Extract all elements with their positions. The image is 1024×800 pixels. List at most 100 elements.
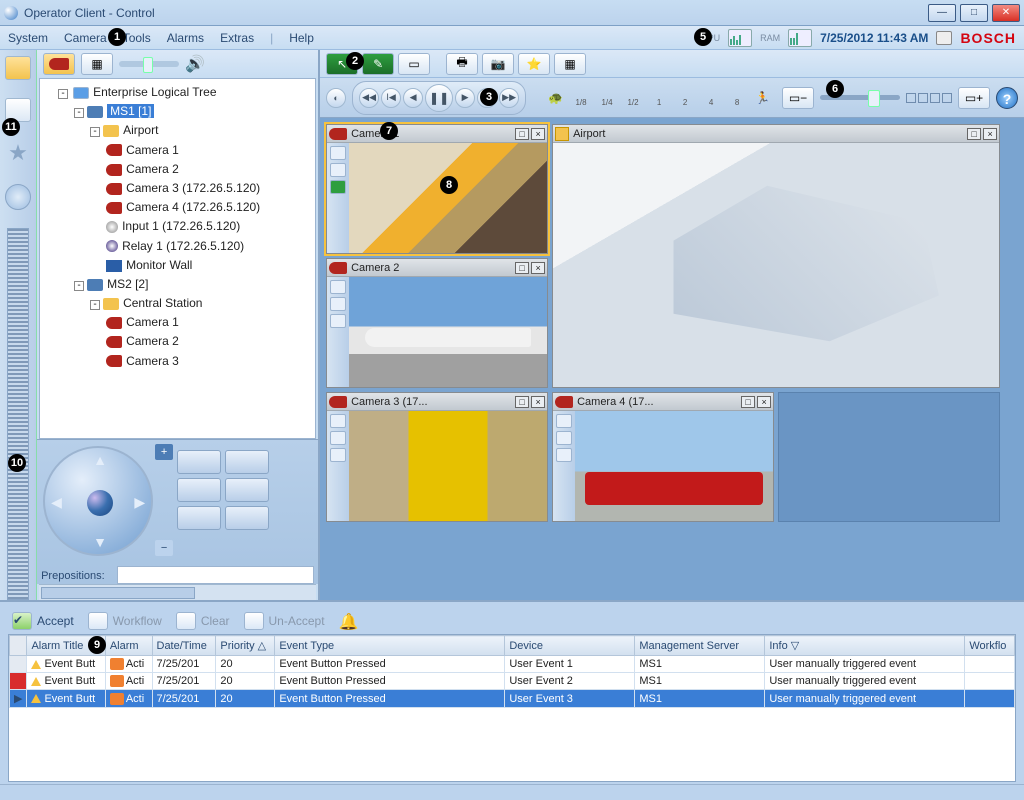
pane-close-button[interactable]: × (531, 262, 545, 274)
playback-mode-button[interactable]: ▦ (81, 53, 113, 75)
tree-ms2[interactable]: MS2 [2] (107, 277, 148, 291)
layout-decrease-button[interactable]: ▭− (782, 87, 814, 109)
favorite-button[interactable]: ⭐ (518, 53, 550, 75)
print-icon[interactable] (936, 31, 952, 45)
strip-tree-icon[interactable] (5, 56, 31, 80)
tree-item[interactable]: Input 1 (172.26.5.120) (122, 219, 240, 233)
tree-item[interactable]: Camera 2 (126, 334, 179, 348)
tree-item[interactable]: Relay 1 (172.26.5.120) (122, 239, 244, 253)
col-workflow[interactable]: Workflo (965, 636, 1015, 656)
menu-system[interactable]: System (8, 31, 48, 45)
tree-airport[interactable]: Airport (123, 123, 158, 137)
pane-max-button[interactable]: □ (741, 396, 755, 408)
bell-icon[interactable]: 🔔 (339, 612, 357, 630)
brightness-slider[interactable] (119, 61, 179, 67)
ptz-focus-near-button[interactable] (225, 450, 269, 474)
rewind-fast-button[interactable]: ◀◀ (359, 88, 379, 108)
pane-camera1[interactable]: Camera 1□× (326, 124, 548, 254)
strip-favorites-icon[interactable]: ★ (8, 140, 28, 166)
tree-ms1[interactable]: MS1 [1] (107, 104, 154, 118)
ptz-center[interactable] (87, 490, 113, 516)
ptz-iris-open-button[interactable] (177, 478, 221, 502)
pane-camera4[interactable]: Camera 4 (17...□× (552, 392, 774, 522)
alarm-row[interactable]: Event Butt Acti 7/25/201 20 Event Button… (10, 673, 1015, 690)
col-mgmt[interactable]: Management Server (635, 636, 765, 656)
speaker-icon[interactable]: 🔊 (185, 54, 205, 74)
minimize-button[interactable]: — (928, 4, 956, 22)
tree-item[interactable]: Monitor Wall (126, 258, 192, 272)
ptz-record-button[interactable] (177, 506, 221, 530)
live-mode-button[interactable] (43, 53, 75, 75)
menu-help[interactable]: Help (289, 31, 314, 45)
tree-item[interactable]: Camera 1 (126, 315, 179, 329)
menu-camera[interactable]: Camera (64, 31, 107, 45)
col-rowheader[interactable] (10, 636, 27, 656)
logical-tree[interactable]: -Enterprise Logical Tree -MS1 [1] -Airpo… (39, 78, 316, 439)
pane-close-button[interactable]: × (983, 128, 997, 140)
speed-scale[interactable]: 1/81/41/21248 (569, 89, 749, 107)
pause-button[interactable]: ❚❚ (425, 84, 453, 112)
camera-snapshot-button[interactable]: 📷 (482, 53, 514, 75)
pane-close-button[interactable]: × (531, 128, 545, 140)
map-image[interactable] (553, 143, 999, 387)
ptz-iris-close-button[interactable] (225, 478, 269, 502)
edit-layout-button[interactable]: ✎ (362, 53, 394, 75)
tool-icon[interactable] (330, 146, 346, 160)
step-back-button[interactable]: I◀ (381, 88, 401, 108)
unaccept-button[interactable]: Un-Accept (244, 612, 325, 630)
tree-item[interactable]: Camera 4 (172.26.5.120) (126, 200, 260, 214)
maximize-button[interactable]: □ (960, 4, 988, 22)
col-datetime[interactable]: Date/Time (152, 636, 216, 656)
layout-increase-button[interactable]: ▭+ (958, 87, 990, 109)
tree-item[interactable]: Camera 3 (172.26.5.120) (126, 181, 260, 195)
pane-empty[interactable] (778, 392, 1000, 522)
fwd-fast-button[interactable]: ▶▶ (499, 88, 519, 108)
close-button[interactable]: ✕ (992, 4, 1020, 22)
play-button[interactable]: ▶ (455, 88, 475, 108)
print-button[interactable]: 🖶 (446, 53, 478, 75)
ptz-focus-far-button[interactable] (177, 450, 221, 474)
strip-compass-icon[interactable] (5, 184, 31, 210)
tree-item[interactable]: Camera 1 (126, 143, 179, 157)
alarm-row-selected[interactable]: ▶ Event Butt Acti 7/25/201 20 Event Butt… (10, 690, 1015, 708)
tool-audio-icon[interactable] (330, 180, 346, 194)
strip-layout-icon[interactable] (7, 228, 29, 600)
menu-alarms[interactable]: Alarms (167, 31, 204, 45)
alarm-grid[interactable]: Alarm Title Alarm Date/Time Priority △ E… (8, 634, 1016, 782)
ptz-aux-button[interactable] (225, 506, 269, 530)
accept-button[interactable]: ✔Accept (12, 612, 74, 630)
pane-max-button[interactable]: □ (515, 262, 529, 274)
zoom-in-button[interactable]: + (155, 444, 173, 460)
pane-max-button[interactable]: □ (967, 128, 981, 140)
snapshot-button[interactable]: ▭ (398, 53, 430, 75)
pane-camera2[interactable]: Camera 2□× (326, 258, 548, 388)
tree-root[interactable]: Enterprise Logical Tree (93, 85, 216, 99)
col-eventtype[interactable]: Event Type (275, 636, 505, 656)
play-back-button[interactable]: ◀ (403, 88, 423, 108)
tree-item[interactable]: Camera 3 (126, 354, 179, 368)
left-scrollbar[interactable] (39, 584, 316, 600)
pane-max-button[interactable]: □ (515, 128, 529, 140)
workflow-button[interactable]: Workflow (88, 612, 162, 630)
zoom-out-button[interactable]: − (155, 540, 173, 556)
sequence-button[interactable]: ▦ (554, 53, 586, 75)
pane-close-button[interactable]: × (757, 396, 771, 408)
pane-max-button[interactable]: □ (515, 396, 529, 408)
menu-extras[interactable]: Extras (220, 31, 254, 45)
tool-icon[interactable] (330, 163, 346, 177)
menu-tools[interactable]: Tools (123, 31, 151, 45)
tree-item[interactable]: Camera 2 (126, 162, 179, 176)
alarm-row[interactable]: Event Butt Acti 7/25/201 20 Event Button… (10, 656, 1015, 673)
prepositions-dropdown[interactable] (117, 566, 314, 584)
tree-station[interactable]: Central Station (123, 296, 202, 310)
col-alarm[interactable]: Alarm (105, 636, 152, 656)
pane-map[interactable]: Airport□× (552, 124, 1000, 388)
pane-camera3[interactable]: Camera 3 (17...□× (326, 392, 548, 522)
pane-close-button[interactable]: × (531, 396, 545, 408)
col-device[interactable]: Device (505, 636, 635, 656)
col-priority[interactable]: Priority △ (216, 636, 275, 656)
clear-button[interactable]: Clear (176, 612, 230, 630)
col-info[interactable]: Info ▽ (765, 636, 965, 656)
help-button[interactable]: ? (996, 87, 1018, 109)
ptz-joystick[interactable]: ▲ ▼ ◀ ▶ (43, 446, 153, 556)
